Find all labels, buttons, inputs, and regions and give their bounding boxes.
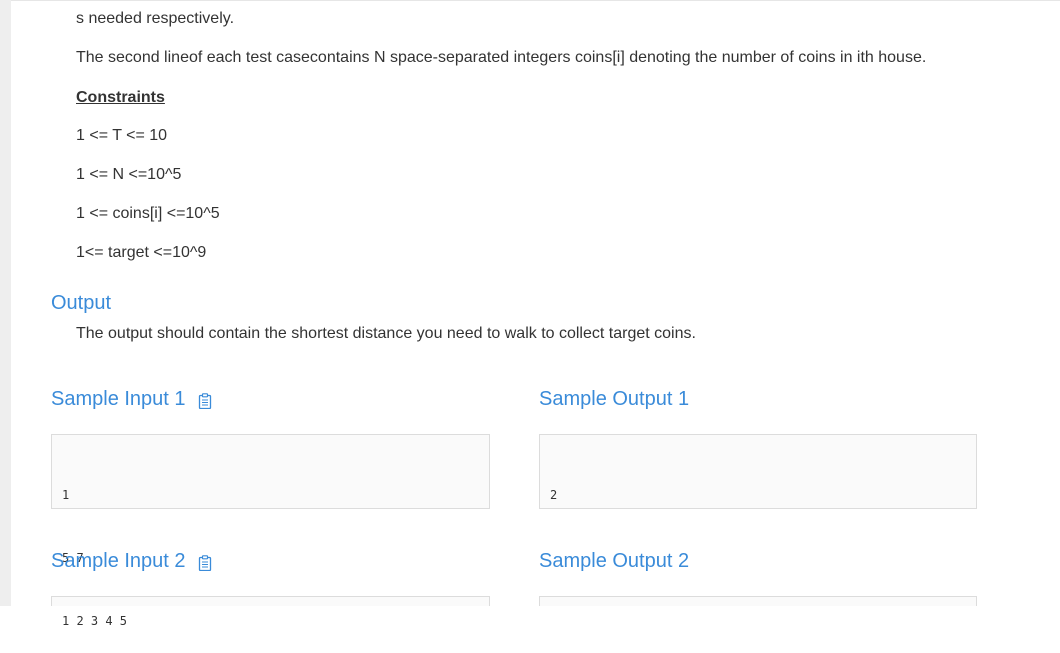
sample-output-2-heading: Sample Output 2 [539, 549, 689, 573]
sample-input-2-box[interactable] [51, 596, 490, 606]
constraint-item: 1<= target <=10^9 [76, 244, 207, 261]
left-rail [0, 0, 11, 606]
output-description: The output should contain the shortest d… [76, 325, 696, 342]
output-heading: Output [51, 291, 111, 315]
sample-output-1-heading: Sample Output 1 [539, 387, 689, 411]
clipboard-icon[interactable] [198, 391, 212, 410]
sample-input-2-title: Sample Input 2 [51, 550, 186, 572]
sample-input-1-box[interactable]: 1 5 7 1 2 3 4 5 [51, 434, 490, 628]
sample-input-1-title: Sample Input 1 [51, 388, 186, 410]
constraint-item: 1 <= T <= 10 [76, 127, 168, 144]
top-divider [11, 0, 1060, 1]
constraints-heading: Constraints [76, 89, 165, 106]
sample-output-2-title: Sample Output 2 [539, 550, 690, 572]
sample-output-1-title: Sample Output 1 [539, 388, 690, 410]
description-second-line: The second lineof each test casecontains… [76, 49, 927, 66]
sample-output-1-box[interactable]: 2 [539, 434, 977, 509]
clipboard-icon[interactable] [198, 553, 212, 572]
constraint-item: 1 <= coins[i] <=10^5 [76, 205, 220, 222]
sample-input-2-heading: Sample Input 2 [51, 549, 212, 573]
sample-input-1-heading: Sample Input 1 [51, 387, 212, 411]
code-line: 1 2 3 4 5 [62, 614, 128, 628]
description-cut-line: s needed respectively. [76, 10, 235, 27]
code-line: 2 [550, 488, 558, 502]
code-line: 1 [62, 488, 70, 502]
output-heading-label: Output [51, 292, 112, 314]
sample-output-2-box[interactable] [539, 596, 977, 606]
constraint-item: 1 <= N <=10^5 [76, 166, 182, 183]
